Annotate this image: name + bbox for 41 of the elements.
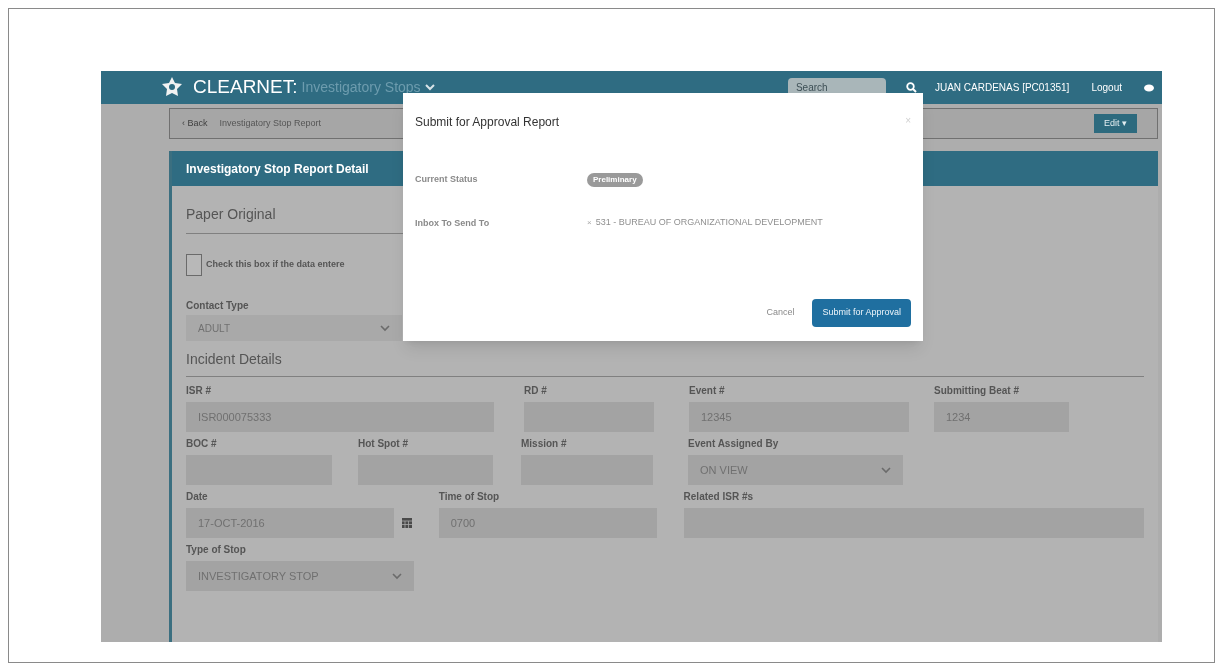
field-label: Time of Stop bbox=[438, 490, 501, 504]
inbox-label: Inbox To Send To bbox=[415, 217, 491, 230]
inbox-tag: 531 - BUREAU OF ORGANIZATIONAL DEVELOPMENT bbox=[595, 217, 823, 228]
section-heading: Incident Details bbox=[186, 349, 1144, 377]
chevron-down-icon bbox=[881, 466, 891, 474]
status-badge: Preliminary bbox=[587, 173, 643, 187]
user-name[interactable]: JUAN CARDENAS [PC01351] bbox=[934, 80, 1070, 95]
chevron-down-icon bbox=[380, 324, 390, 332]
field-label: BOC # bbox=[186, 437, 218, 451]
field-label: ISR # bbox=[186, 384, 212, 398]
field-label: Type of Stop bbox=[186, 543, 247, 557]
cancel-button[interactable]: Cancel bbox=[766, 306, 795, 320]
checkbox[interactable] bbox=[186, 254, 202, 276]
field-label: Event Assigned By bbox=[688, 437, 780, 451]
user-icon[interactable] bbox=[1144, 83, 1154, 92]
submit-button[interactable]: Submit for Approval bbox=[812, 299, 911, 327]
select-field[interactable]: ADULT bbox=[186, 315, 402, 341]
close-button[interactable]: × bbox=[905, 113, 911, 128]
module-menu[interactable]: Investigatory Stops bbox=[301, 77, 435, 98]
calendar-icon[interactable] bbox=[401, 518, 412, 528]
edit-button[interactable]: Edit ▾ bbox=[1093, 114, 1137, 133]
field-label: Event # bbox=[689, 384, 726, 398]
brand-name: CLEARNET: bbox=[193, 75, 298, 100]
modal-title: Submit for Approval Report bbox=[415, 114, 560, 131]
chevron-down-icon bbox=[424, 84, 435, 91]
breadcrumb-current: Investigatory Stop Report bbox=[219, 116, 322, 130]
field-label: Contact Type bbox=[186, 299, 249, 313]
checkbox-label: Check this box if the data entere bbox=[206, 258, 345, 272]
chevron-down-icon bbox=[392, 572, 402, 580]
remove-tag-button[interactable]: × bbox=[587, 217, 592, 229]
field-label: Related ISR #s bbox=[683, 490, 755, 504]
back-link[interactable]: ‹ Back bbox=[182, 116, 208, 131]
panel-title: Investigatory Stop Report Detail bbox=[186, 160, 369, 178]
logout-link[interactable]: Logout bbox=[1091, 80, 1122, 95]
search-icon[interactable] bbox=[905, 82, 917, 93]
field-label: Mission # bbox=[521, 437, 568, 451]
field-label: Submitting Beat # bbox=[934, 384, 1020, 398]
field-label: RD # bbox=[524, 384, 548, 398]
field-label: Hot Spot # bbox=[358, 437, 409, 451]
status-label: Current Status bbox=[415, 173, 479, 187]
field-label: Date bbox=[186, 490, 209, 504]
